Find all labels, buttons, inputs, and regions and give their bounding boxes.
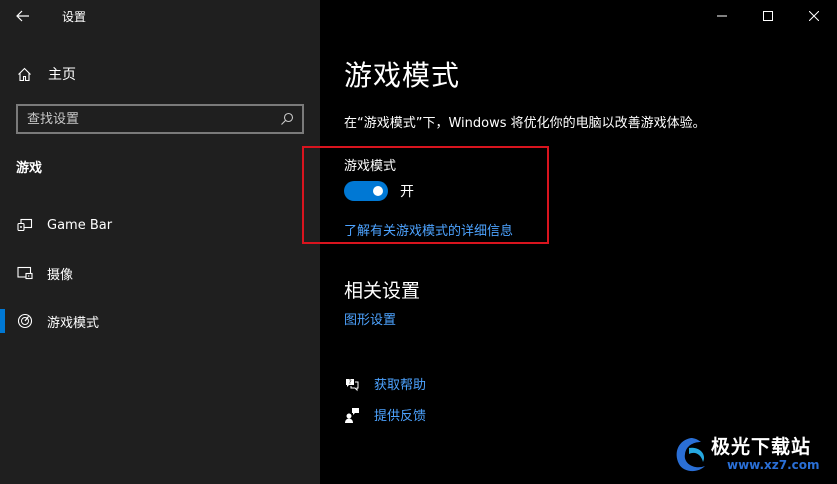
game-mode-toggle[interactable] <box>344 181 388 201</box>
get-help-icon: ? <box>346 378 359 391</box>
help-label: 获取帮助 <box>374 378 427 393</box>
feedback-link[interactable]: 提供反馈 <box>344 405 426 424</box>
watermark-url: www.xz7.com <box>727 458 820 472</box>
search-box[interactable] <box>16 104 304 134</box>
app-title: 设置 <box>62 9 87 24</box>
game-bar-icon <box>17 218 33 232</box>
sidebar-item-home[interactable]: 主页 <box>0 58 320 90</box>
watermark-logo-icon <box>676 438 705 472</box>
minimize-icon <box>717 15 727 17</box>
minimize-button[interactable] <box>699 0 745 32</box>
sidebar-item-label: 摄像 <box>47 267 74 283</box>
home-icon <box>18 67 31 81</box>
sidebar-item-game-mode[interactable]: 游戏模式 <box>0 301 320 341</box>
title-bar: 设置 <box>0 0 320 32</box>
watermark-text: 极光下载站 <box>711 436 812 458</box>
sidebar: 设置 主页 游戏 Game Bar 摄像 <box>0 0 320 484</box>
toggle-heading: 游戏模式 <box>344 159 397 174</box>
sidebar-item-label: 游戏模式 <box>47 315 100 331</box>
feedback-label: 提供反馈 <box>374 409 427 424</box>
maximize-button[interactable] <box>745 0 791 32</box>
maximize-icon <box>763 11 773 21</box>
related-settings-title: 相关设置 <box>344 280 421 302</box>
toggle-state-label: 开 <box>400 184 414 200</box>
toggle-knob <box>373 186 383 196</box>
get-help-link[interactable]: ? 获取帮助 <box>344 374 426 393</box>
search-icon <box>281 112 294 125</box>
window-controls <box>699 0 837 32</box>
close-icon <box>809 11 819 21</box>
page-title: 游戏模式 <box>344 59 461 92</box>
search-input[interactable] <box>18 111 272 127</box>
capture-icon <box>17 266 33 280</box>
back-arrow-icon <box>16 10 29 22</box>
learn-more-link[interactable]: 了解有关游戏模式的详细信息 <box>344 220 513 239</box>
section-title: 游戏 <box>16 161 43 176</box>
sidebar-item-game-bar[interactable]: Game Bar <box>0 205 320 245</box>
search-button[interactable] <box>272 106 302 132</box>
toggle-row: 开 <box>344 181 414 201</box>
back-button[interactable] <box>0 0 46 32</box>
graphics-settings-link[interactable]: 图形设置 <box>344 309 396 328</box>
sidebar-item-label: Game Bar <box>47 217 113 233</box>
close-button[interactable] <box>791 0 837 32</box>
watermark: 极光下载站 www.xz7.com <box>671 430 831 480</box>
feedback-icon <box>345 407 359 423</box>
sidebar-item-capture[interactable]: 摄像 <box>0 253 320 293</box>
game-mode-icon <box>17 313 33 329</box>
sidebar-item-label: 主页 <box>48 67 76 83</box>
main-content: 游戏模式 在“游戏模式”下，Windows 将优化你的电脑以改善游戏体验。 游戏… <box>302 0 837 484</box>
page-description: 在“游戏模式”下，Windows 将优化你的电脑以改善游戏体验。 <box>344 116 706 131</box>
svg-text:?: ? <box>349 379 352 386</box>
